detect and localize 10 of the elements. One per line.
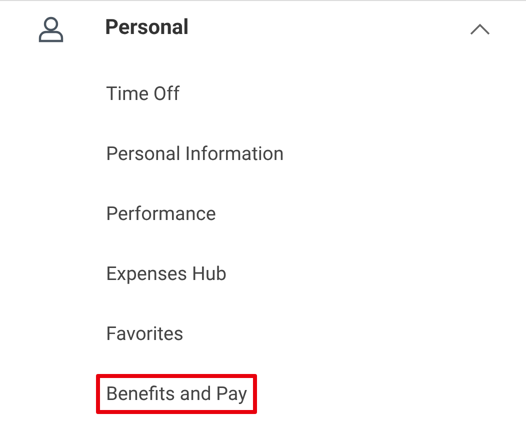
menu-item[interactable]: Personal Information — [96, 134, 294, 174]
section-header[interactable]: Personal — [0, 1, 526, 56]
person-icon — [37, 14, 65, 42]
menu-item[interactable]: Favorites — [96, 314, 194, 354]
menu-item[interactable]: Time Off — [96, 74, 190, 114]
menu-item[interactable]: Benefits and Pay — [96, 374, 258, 414]
menu-item[interactable]: Expenses Hub — [96, 254, 237, 294]
section-title: Personal — [105, 14, 189, 42]
menu-item[interactable]: Performance — [96, 194, 226, 234]
chevron-icon — [470, 22, 490, 34]
